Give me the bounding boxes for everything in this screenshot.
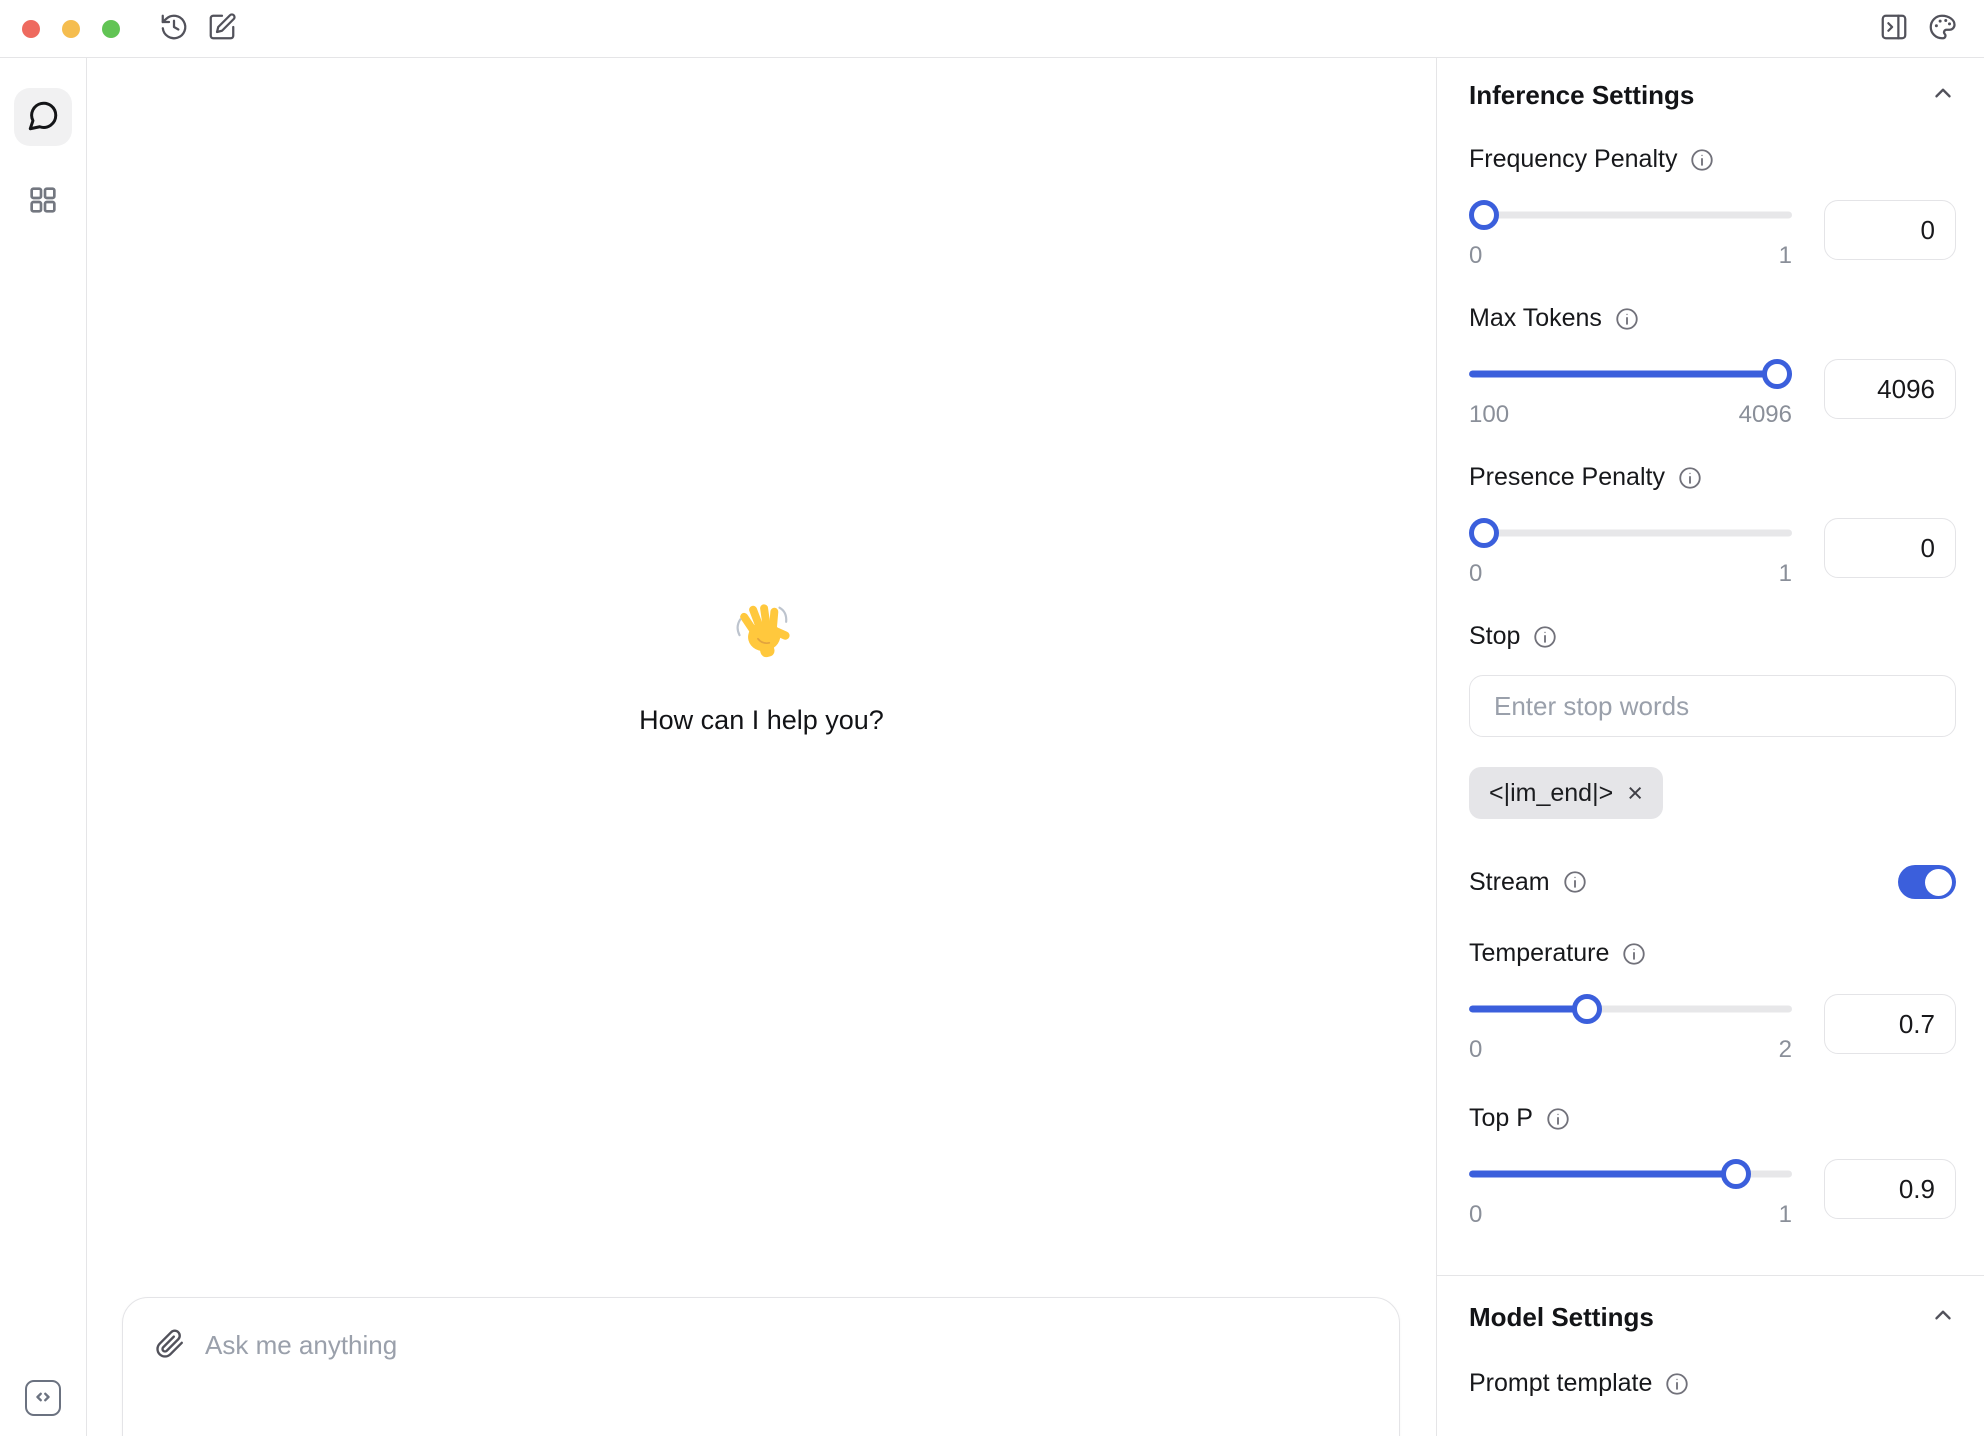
- max-tokens-setting: Max Tokens 100 4096: [1469, 304, 1956, 429]
- info-icon[interactable]: [1545, 1106, 1571, 1132]
- slider-min-label: 0: [1469, 1036, 1482, 1064]
- frequency-penalty-label: Frequency Penalty: [1469, 145, 1677, 174]
- stop-word-tag: <|im_end|> ×: [1469, 767, 1663, 819]
- model-settings-header[interactable]: Model Settings: [1469, 1276, 1956, 1333]
- temperature-input[interactable]: 0.7: [1824, 994, 1956, 1054]
- slider-min-label: 0: [1469, 1201, 1482, 1229]
- app-window: How can I help you? Ask me anything: [0, 0, 1984, 1436]
- stream-label: Stream: [1469, 868, 1550, 897]
- top-p-label: Top P: [1469, 1104, 1533, 1133]
- info-icon[interactable]: [1677, 465, 1703, 491]
- frequency-penalty-setting: Frequency Penalty 0 1: [1469, 145, 1956, 270]
- presence-penalty-setting: Presence Penalty 0 1: [1469, 463, 1956, 588]
- stop-words-input[interactable]: Enter stop words: [1469, 675, 1956, 737]
- new-chat-icon: [207, 12, 237, 45]
- info-icon[interactable]: [1621, 941, 1647, 967]
- slider-max-label: 1: [1779, 560, 1792, 588]
- top-p-slider[interactable]: [1469, 1159, 1792, 1189]
- inference-settings-header[interactable]: Inference Settings: [1469, 58, 1956, 111]
- stream-toggle[interactable]: [1898, 865, 1956, 899]
- temperature-slider[interactable]: [1469, 994, 1792, 1024]
- stop-words-placeholder: Enter stop words: [1494, 691, 1689, 722]
- slider-min-label: 0: [1469, 560, 1482, 588]
- stream-setting: Stream: [1469, 865, 1956, 899]
- window-controls: [22, 20, 120, 38]
- info-icon[interactable]: [1532, 624, 1558, 650]
- history-icon: [159, 12, 189, 45]
- chat-main: How can I help you? Ask me anything: [87, 58, 1436, 1436]
- temperature-setting: Temperature 0 2: [1469, 939, 1956, 1064]
- slider-handle[interactable]: [1721, 1159, 1751, 1189]
- info-icon[interactable]: [1562, 869, 1588, 895]
- minimize-window-button[interactable]: [62, 20, 80, 38]
- prompt-template-setting: Prompt template: [1469, 1369, 1956, 1398]
- model-settings-title: Model Settings: [1469, 1302, 1654, 1333]
- panel-right-icon: [1879, 12, 1909, 45]
- frequency-penalty-slider[interactable]: [1469, 200, 1792, 230]
- paperclip-icon: [155, 1329, 185, 1362]
- close-window-button[interactable]: [22, 20, 40, 38]
- info-icon[interactable]: [1689, 147, 1715, 173]
- prompt-template-label: Prompt template: [1469, 1369, 1652, 1398]
- new-chat-button[interactable]: [202, 9, 242, 49]
- titlebar: [0, 0, 1984, 58]
- slider-max-label: 1: [1779, 1201, 1792, 1229]
- local-api-server-button[interactable]: [25, 1380, 61, 1416]
- stop-setting: Stop Enter stop words <|im_end|> ×: [1469, 622, 1956, 819]
- inference-settings-title: Inference Settings: [1469, 80, 1694, 111]
- empty-state-greeting: How can I help you?: [87, 600, 1436, 736]
- message-input[interactable]: Ask me anything: [205, 1330, 397, 1361]
- greeting-text: How can I help you?: [87, 705, 1436, 736]
- stop-word-text: <|im_end|>: [1489, 779, 1613, 808]
- presence-penalty-label: Presence Penalty: [1469, 463, 1665, 492]
- settings-panel: Inference Settings Frequency Penalty: [1436, 58, 1984, 1436]
- attach-file-button[interactable]: [153, 1328, 187, 1362]
- slider-max-label: 4096: [1739, 401, 1792, 429]
- slider-handle[interactable]: [1469, 200, 1499, 230]
- remove-stop-word-button[interactable]: ×: [1627, 780, 1643, 807]
- history-button[interactable]: [154, 9, 194, 49]
- slider-handle[interactable]: [1762, 359, 1792, 389]
- max-tokens-input[interactable]: 4096: [1824, 359, 1956, 419]
- max-tokens-label: Max Tokens: [1469, 304, 1602, 333]
- presence-penalty-slider[interactable]: [1469, 518, 1792, 548]
- chat-bubble-icon: [26, 99, 60, 136]
- maximize-window-button[interactable]: [102, 20, 120, 38]
- grid-icon: [27, 184, 59, 219]
- slider-handle[interactable]: [1469, 518, 1499, 548]
- stop-label: Stop: [1469, 622, 1520, 651]
- left-sidebar: [0, 58, 87, 1436]
- toggle-right-panel-button[interactable]: [1874, 9, 1914, 49]
- slider-handle[interactable]: [1572, 994, 1602, 1024]
- presence-penalty-input[interactable]: 0: [1824, 518, 1956, 578]
- chevron-up-icon[interactable]: [1930, 80, 1956, 111]
- slider-min-label: 100: [1469, 401, 1509, 429]
- temperature-label: Temperature: [1469, 939, 1609, 968]
- top-p-setting: Top P 0 1: [1469, 1104, 1956, 1229]
- slider-max-label: 2: [1779, 1036, 1792, 1064]
- nav-hub-button[interactable]: [14, 172, 72, 230]
- nav-chat-button[interactable]: [14, 88, 72, 146]
- waving-hand-emoji: [732, 649, 792, 666]
- max-tokens-slider[interactable]: [1469, 359, 1792, 389]
- info-icon[interactable]: [1614, 306, 1640, 332]
- chevron-up-icon[interactable]: [1930, 1302, 1956, 1333]
- frequency-penalty-input[interactable]: 0: [1824, 200, 1956, 260]
- theme-palette-button[interactable]: [1922, 9, 1962, 49]
- slider-max-label: 1: [1779, 242, 1792, 270]
- code-icon: [32, 1386, 54, 1411]
- chat-composer[interactable]: Ask me anything 0.14b: [122, 1297, 1400, 1436]
- info-icon[interactable]: [1664, 1371, 1690, 1397]
- top-p-input[interactable]: 0.9: [1824, 1159, 1956, 1219]
- slider-min-label: 0: [1469, 242, 1482, 270]
- palette-icon: [1927, 12, 1957, 45]
